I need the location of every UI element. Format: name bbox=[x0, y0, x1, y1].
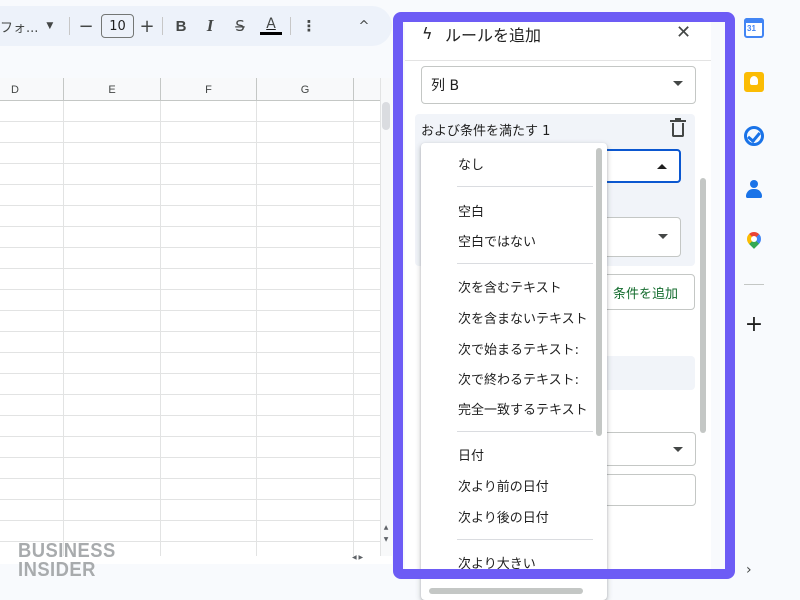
trash-icon[interactable] bbox=[670, 118, 686, 137]
panel-header: ϟ ルールを追加 ✕ bbox=[405, 18, 711, 52]
bolt-icon: ϟ bbox=[422, 24, 433, 43]
panel-divider bbox=[405, 60, 711, 61]
column-header-f[interactable]: F bbox=[161, 78, 257, 101]
rail-divider bbox=[744, 284, 764, 285]
column-header-e[interactable]: E bbox=[64, 78, 161, 101]
column-select-value: 列 B bbox=[431, 78, 460, 94]
vertical-scrollbar[interactable] bbox=[380, 78, 392, 556]
panel-input-field[interactable] bbox=[595, 474, 696, 506]
keep-icon[interactable] bbox=[744, 72, 764, 92]
business-insider-watermark: BUSINESS INSIDER bbox=[18, 541, 119, 581]
scroll-down-icon[interactable]: ▼ bbox=[382, 536, 390, 543]
menu-item-not-empty[interactable]: 空白ではない bbox=[458, 231, 536, 250]
menu-divider bbox=[457, 186, 593, 187]
menu-item-date-before[interactable]: 次より前の日付 bbox=[458, 476, 549, 495]
cell-area[interactable] bbox=[0, 101, 380, 556]
tasks-icon[interactable] bbox=[744, 126, 764, 146]
condition-label: および条件を満たす 1 bbox=[421, 124, 551, 139]
side-apps-rail: 31 + › bbox=[736, 0, 800, 600]
column-select[interactable]: 列 B bbox=[421, 66, 696, 104]
strikethrough-icon: S̶ bbox=[235, 17, 245, 35]
increase-font-size-button[interactable]: + bbox=[136, 6, 158, 46]
contacts-icon[interactable] bbox=[744, 180, 764, 200]
add-condition-button[interactable]: 条件を追加 bbox=[595, 274, 695, 310]
dropdown-horizontal-scrollbar[interactable] bbox=[429, 588, 583, 594]
chevron-right-icon[interactable]: › bbox=[746, 562, 752, 578]
font-size-input[interactable]: 10 bbox=[101, 14, 134, 38]
panel-scrollbar[interactable] bbox=[700, 178, 706, 433]
menu-item-text-not-contains[interactable]: 次を含まないテキスト bbox=[458, 308, 588, 327]
toolbar-divider bbox=[290, 17, 291, 35]
scroll-up-icon[interactable]: ▲ bbox=[382, 524, 390, 531]
font-family-select[interactable]: フォ... ▼ bbox=[0, 6, 64, 46]
strikethrough-button[interactable]: S̶ bbox=[229, 6, 251, 46]
add-icon[interactable]: + bbox=[744, 312, 764, 338]
column-header-g[interactable]: G bbox=[257, 78, 354, 101]
more-options-button[interactable]: ⋮ bbox=[299, 6, 319, 46]
formatting-toolbar: フォ... ▼ − 10 + B I S̶ A ⋮ ^ bbox=[0, 6, 392, 46]
column-headers: D E F G bbox=[0, 78, 380, 101]
panel-input-field[interactable] bbox=[595, 356, 695, 390]
maps-icon[interactable] bbox=[744, 229, 764, 252]
dropdown-scrollbar[interactable] bbox=[596, 148, 602, 436]
menu-item-greater-than[interactable]: 次より大きい bbox=[458, 553, 536, 572]
caret-down-icon: ▼ bbox=[46, 21, 54, 31]
toolbar-divider bbox=[162, 17, 163, 35]
italic-button[interactable]: I bbox=[199, 6, 221, 46]
menu-item-text-contains[interactable]: 次を含むテキスト bbox=[458, 277, 562, 296]
panel-select[interactable] bbox=[595, 432, 696, 466]
panel-title: ルールを追加 bbox=[445, 26, 542, 45]
horizontal-scroll-arrows-icon[interactable]: ◀ ▶ bbox=[352, 554, 363, 561]
text-color-swatch bbox=[260, 32, 282, 35]
caret-up-icon bbox=[657, 164, 667, 169]
text-color-button[interactable]: A bbox=[259, 6, 283, 46]
calendar-icon[interactable]: 31 bbox=[744, 18, 764, 38]
menu-item-date-is[interactable]: 日付 bbox=[458, 445, 484, 464]
menu-item-date-after[interactable]: 次より後の日付 bbox=[458, 507, 549, 526]
text-color-icon: A bbox=[266, 16, 276, 32]
condition-dropdown-menu: なし 空白 空白ではない 次を含むテキスト 次を含まないテキスト 次で始まるテキ… bbox=[421, 143, 607, 600]
vertical-scroll-thumb[interactable] bbox=[382, 102, 390, 130]
watermark-line-2: INSIDER bbox=[18, 559, 96, 581]
caret-down-icon bbox=[673, 81, 683, 86]
menu-divider bbox=[457, 431, 593, 432]
toolbar-divider bbox=[69, 17, 70, 35]
menu-item-text-exact[interactable]: 完全一致するテキスト bbox=[458, 399, 588, 418]
spreadsheet-grid[interactable]: D E F G ▲ ▼ ◀ ▶ bbox=[0, 78, 392, 564]
decrease-font-size-button[interactable]: − bbox=[75, 6, 97, 46]
bold-button[interactable]: B bbox=[170, 6, 192, 46]
close-icon[interactable]: ✕ bbox=[676, 22, 691, 43]
calendar-day: 31 bbox=[747, 24, 756, 33]
menu-item-empty[interactable]: 空白 bbox=[458, 201, 484, 220]
menu-divider bbox=[457, 263, 593, 264]
menu-divider bbox=[457, 539, 593, 540]
column-header-d[interactable]: D bbox=[0, 78, 64, 101]
caret-down-icon bbox=[658, 234, 668, 239]
menu-item-text-ends-with[interactable]: 次で終わるテキスト: bbox=[458, 369, 579, 388]
chevron-up-icon: ^ bbox=[358, 18, 370, 34]
menu-item-none[interactable]: なし bbox=[458, 154, 484, 173]
caret-down-icon bbox=[673, 447, 683, 452]
font-family-value: フォ... bbox=[0, 20, 39, 36]
menu-item-text-starts-with[interactable]: 次で始まるテキスト: bbox=[458, 339, 579, 358]
collapse-toolbar-button[interactable]: ^ bbox=[352, 6, 376, 46]
